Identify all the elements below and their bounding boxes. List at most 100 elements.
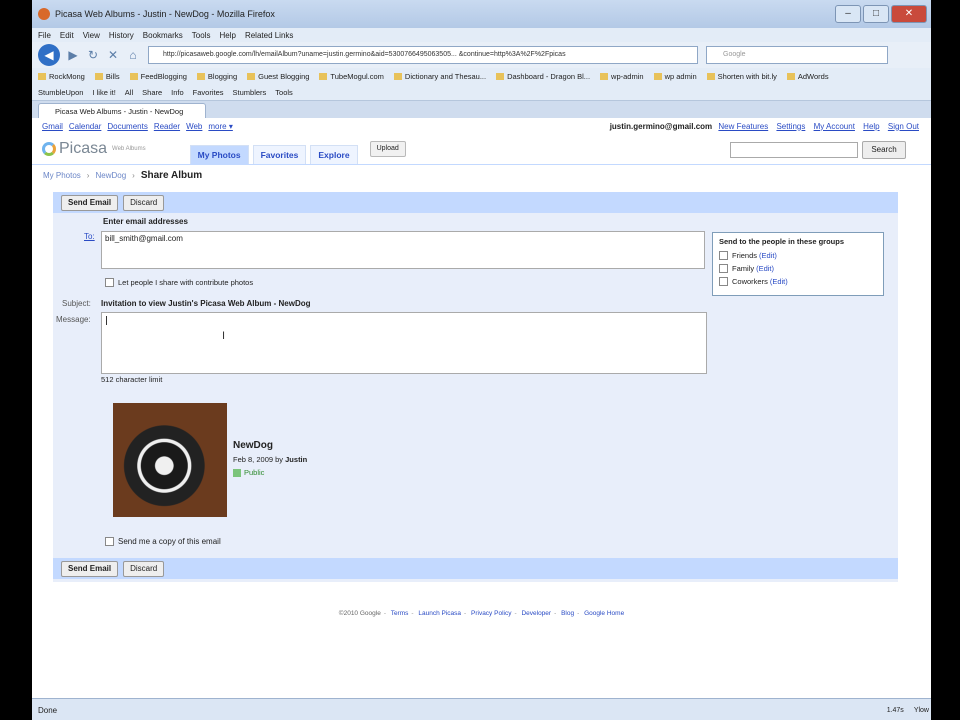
tab-favorites[interactable]: Favorites xyxy=(252,145,307,164)
bookmark-item[interactable]: Bills xyxy=(95,72,120,81)
bookmark-item[interactable]: Blogging xyxy=(197,72,237,81)
toolbar-item[interactable]: Favorites xyxy=(193,88,224,97)
toolbar-item[interactable]: Tools xyxy=(275,88,293,97)
album-owner: Justin xyxy=(285,455,308,464)
new-features-link[interactable]: New Features xyxy=(718,122,768,131)
bookmarks-toolbar: RockMong Bills FeedBlogging Blogging Gue… xyxy=(32,68,931,84)
group-checkbox[interactable] xyxy=(719,251,728,260)
toolbar-item[interactable]: I like it! xyxy=(92,88,115,97)
bookmark-item[interactable]: wp admin xyxy=(654,72,697,81)
status-bar: Done 1.47s Ylow xyxy=(32,698,931,720)
menu-view[interactable]: View xyxy=(83,31,100,40)
album-date-text: Feb 8, 2009 by xyxy=(233,455,284,464)
bookmark-item[interactable]: AdWords xyxy=(787,72,829,81)
album-name[interactable]: NewDog xyxy=(233,440,273,451)
footer-link-google-home[interactable]: Google Home xyxy=(584,610,624,617)
search-button[interactable]: Search xyxy=(862,141,906,159)
copy-label: Send me a copy of this email xyxy=(118,537,221,546)
footer-link-terms[interactable]: Terms xyxy=(391,610,409,617)
copy-checkbox[interactable] xyxy=(105,537,114,546)
reload-icon[interactable]: ↻ xyxy=(86,48,100,62)
toolbar-item[interactable]: Stumblers xyxy=(233,88,267,97)
bookmark-item[interactable]: Dictionary and Thesau... xyxy=(394,72,486,81)
footer-link-launch-picasa[interactable]: Launch Picasa xyxy=(418,610,461,617)
group-edit-link[interactable]: (Edit) xyxy=(770,277,788,286)
help-link[interactable]: Help xyxy=(863,122,879,131)
contribute-checkbox[interactable] xyxy=(105,278,114,287)
footer-link-privacy[interactable]: Privacy Policy xyxy=(471,610,511,617)
page-title: Share Album xyxy=(140,169,203,181)
discard-button[interactable]: Discard xyxy=(123,560,165,577)
album-date: Feb 8, 2009 by Justin xyxy=(233,455,307,464)
minimize-button[interactable]: – xyxy=(835,5,861,23)
bookmark-item[interactable]: Guest Blogging xyxy=(247,72,309,81)
share-form: Send Email Discard Enter email addresses… xyxy=(53,192,898,582)
stop-icon[interactable]: ✕ xyxy=(106,48,120,62)
forward-icon[interactable]: ▶ xyxy=(66,48,80,62)
to-input[interactable]: bill_smith@gmail.com xyxy=(101,231,705,269)
discard-button[interactable]: Discard xyxy=(123,194,165,211)
settings-link[interactable]: Settings xyxy=(776,122,805,131)
menu-bookmarks[interactable]: Bookmarks xyxy=(143,31,183,40)
picasa-logo[interactable]: Picasa Web Albums xyxy=(42,140,146,158)
group-name: Friends xyxy=(732,251,758,260)
menu-file[interactable]: File xyxy=(38,31,51,40)
back-icon[interactable]: ◀ xyxy=(38,44,60,66)
copyright: ©2010 Google xyxy=(338,610,381,617)
footer-link-developer[interactable]: Developer xyxy=(521,610,551,617)
message-textarea[interactable]: I xyxy=(101,312,707,374)
menu-related-links[interactable]: Related Links xyxy=(245,31,293,40)
menu-history[interactable]: History xyxy=(109,31,134,40)
breadcrumb-my-photos[interactable]: My Photos xyxy=(43,171,81,180)
gbar-link-reader[interactable]: Reader xyxy=(154,122,180,131)
bookmark-item[interactable]: FeedBlogging xyxy=(130,72,187,81)
group-name: Coworkers xyxy=(732,277,768,286)
my-account-link[interactable]: My Account xyxy=(814,122,855,131)
address-bar[interactable]: http://picasaweb.google.com/lh/emailAlbu… xyxy=(148,46,698,64)
browser-window: Picasa Web Albums - Justin - NewDog - Mo… xyxy=(32,0,931,720)
group-edit-link[interactable]: (Edit) xyxy=(756,264,774,273)
menu-help[interactable]: Help xyxy=(219,31,235,40)
photo-search-input[interactable] xyxy=(730,142,858,158)
bookmark-item[interactable]: Dashboard - Dragon Bl... xyxy=(496,72,590,81)
breadcrumb-album[interactable]: NewDog xyxy=(95,171,126,180)
gbar-link-web[interactable]: Web xyxy=(186,122,202,131)
bookmark-item[interactable]: wp-admin xyxy=(600,72,644,81)
send-email-button[interactable]: Send Email xyxy=(61,560,119,577)
bookmark-item[interactable]: Shorten with bit.ly xyxy=(707,72,777,81)
home-icon[interactable]: ⌂ xyxy=(126,48,140,62)
group-edit-link[interactable]: (Edit) xyxy=(759,251,777,260)
toolbar-item[interactable]: Info xyxy=(171,88,184,97)
upload-button[interactable]: Upload xyxy=(369,141,406,157)
bookmark-item[interactable]: TubeMogul.com xyxy=(319,72,384,81)
menu-tools[interactable]: Tools xyxy=(192,31,211,40)
maximize-button[interactable]: □ xyxy=(863,5,889,23)
footer-link-blog[interactable]: Blog xyxy=(561,610,574,617)
album-visibility: Public xyxy=(233,468,264,477)
gbar-link-calendar[interactable]: Calendar xyxy=(69,122,101,131)
gbar-link-gmail[interactable]: Gmail xyxy=(42,122,63,131)
gbar-link-documents[interactable]: Documents xyxy=(107,122,147,131)
group-checkbox[interactable] xyxy=(719,277,728,286)
send-email-button[interactable]: Send Email xyxy=(61,194,119,211)
close-button[interactable]: ✕ xyxy=(891,5,927,23)
group-checkbox[interactable] xyxy=(719,264,728,273)
copy-row: Send me a copy of this email xyxy=(105,537,221,546)
tab-picasa[interactable]: Picasa Web Albums - Justin - NewDog xyxy=(38,103,206,119)
tab-my-photos[interactable]: My Photos xyxy=(189,145,249,164)
toolbar-item[interactable]: Share xyxy=(142,88,162,97)
search-engine-input[interactable]: Google xyxy=(706,46,888,64)
sign-out-link[interactable]: Sign Out xyxy=(888,122,919,131)
album-cover-image[interactable] xyxy=(113,403,227,517)
google-bar: Gmail Calendar Documents Reader Web more… xyxy=(32,118,931,134)
menu-edit[interactable]: Edit xyxy=(60,31,74,40)
toolbar-item[interactable]: StumbleUpon xyxy=(38,88,83,97)
bookmark-item[interactable]: RockMong xyxy=(38,72,85,81)
tab-explore[interactable]: Explore xyxy=(310,145,358,164)
toolbar-item[interactable]: All xyxy=(125,88,133,97)
tab-strip: Picasa Web Albums - Justin - NewDog xyxy=(32,101,931,119)
to-label[interactable]: To: xyxy=(84,232,95,241)
groups-heading: Send to the people in these groups xyxy=(719,237,845,246)
gbar-link-more[interactable]: more ▾ xyxy=(208,122,232,131)
form-bottom-bar: Send Email Discard xyxy=(53,558,898,579)
